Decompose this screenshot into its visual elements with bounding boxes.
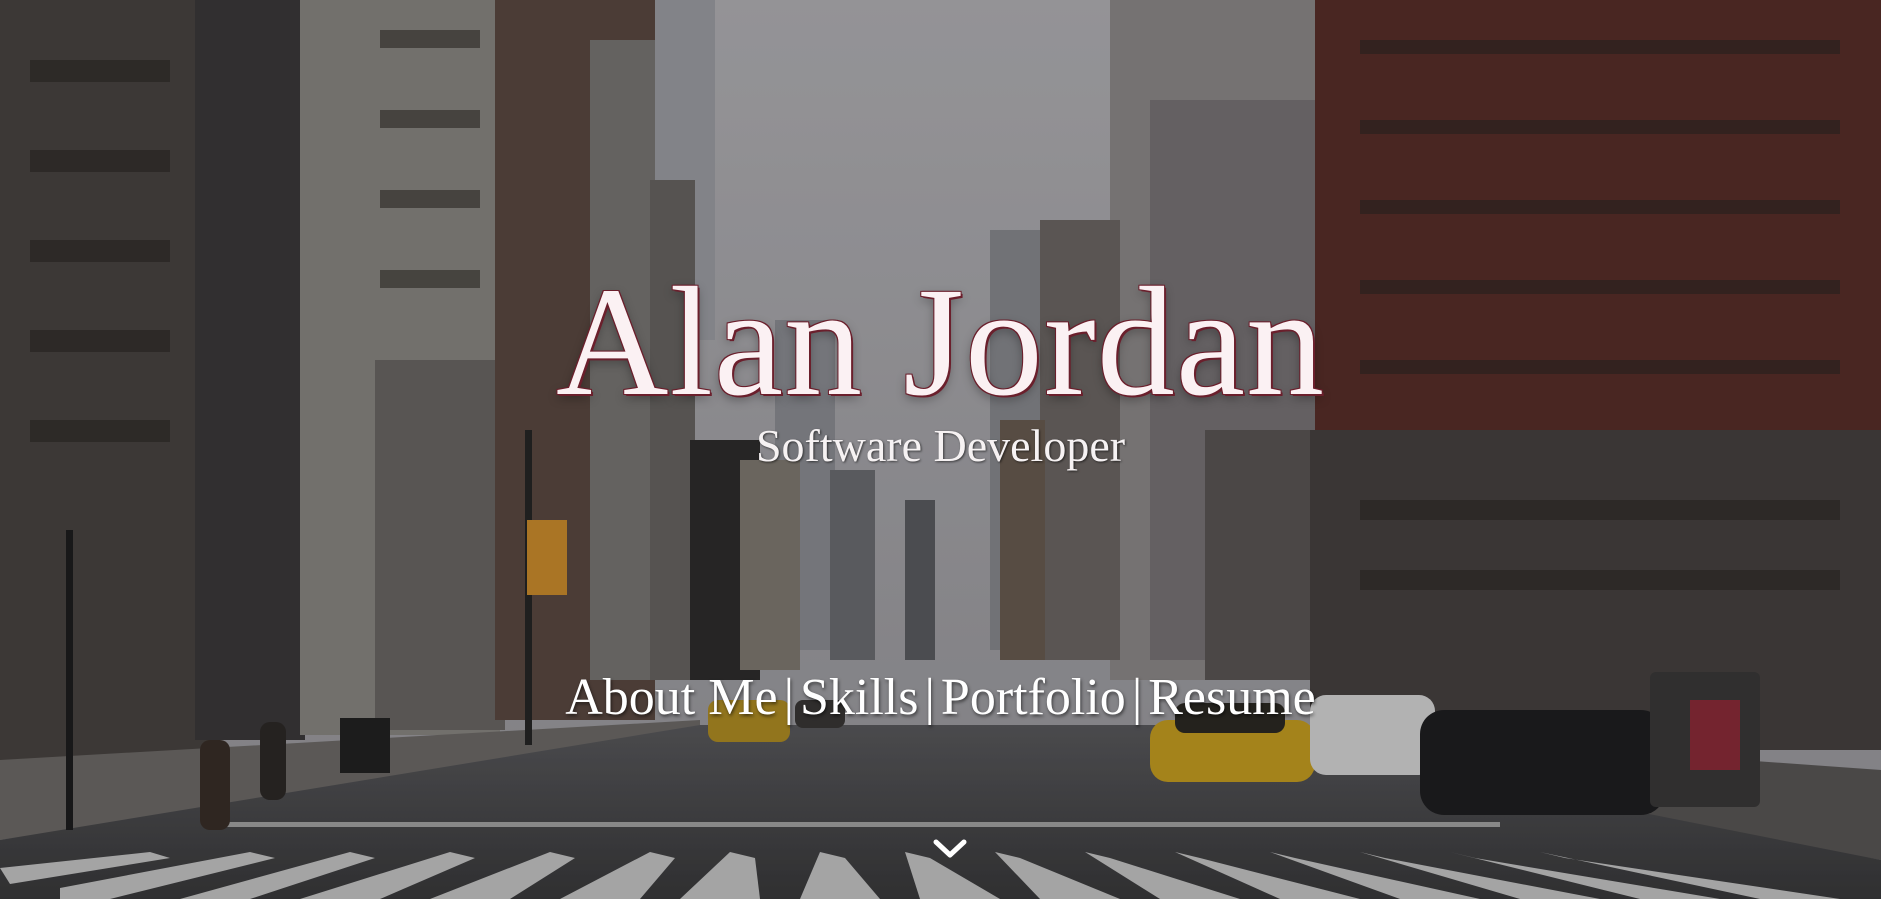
nav-link-about-me[interactable]: About Me <box>565 669 777 726</box>
nav-link-resume[interactable]: Resume <box>1148 669 1316 726</box>
chevron-down-icon <box>933 839 967 858</box>
hero-tagline: Software Developer <box>755 420 1126 471</box>
nav-separator: | <box>783 669 794 726</box>
nav-separator: | <box>924 669 935 726</box>
nav-link-skills[interactable]: Skills <box>800 669 919 726</box>
nav-separator: | <box>1131 669 1143 726</box>
hero-section: Alan Jordan Software Developer About Me |… <box>0 0 1881 899</box>
scroll-down-button[interactable] <box>928 834 972 864</box>
nav-link-portfolio[interactable]: Portfolio <box>941 669 1126 726</box>
main-nav: About Me | Skills | Portfolio | Resume <box>0 668 1881 728</box>
hero-name-title: Alan Jordan <box>555 255 1326 428</box>
